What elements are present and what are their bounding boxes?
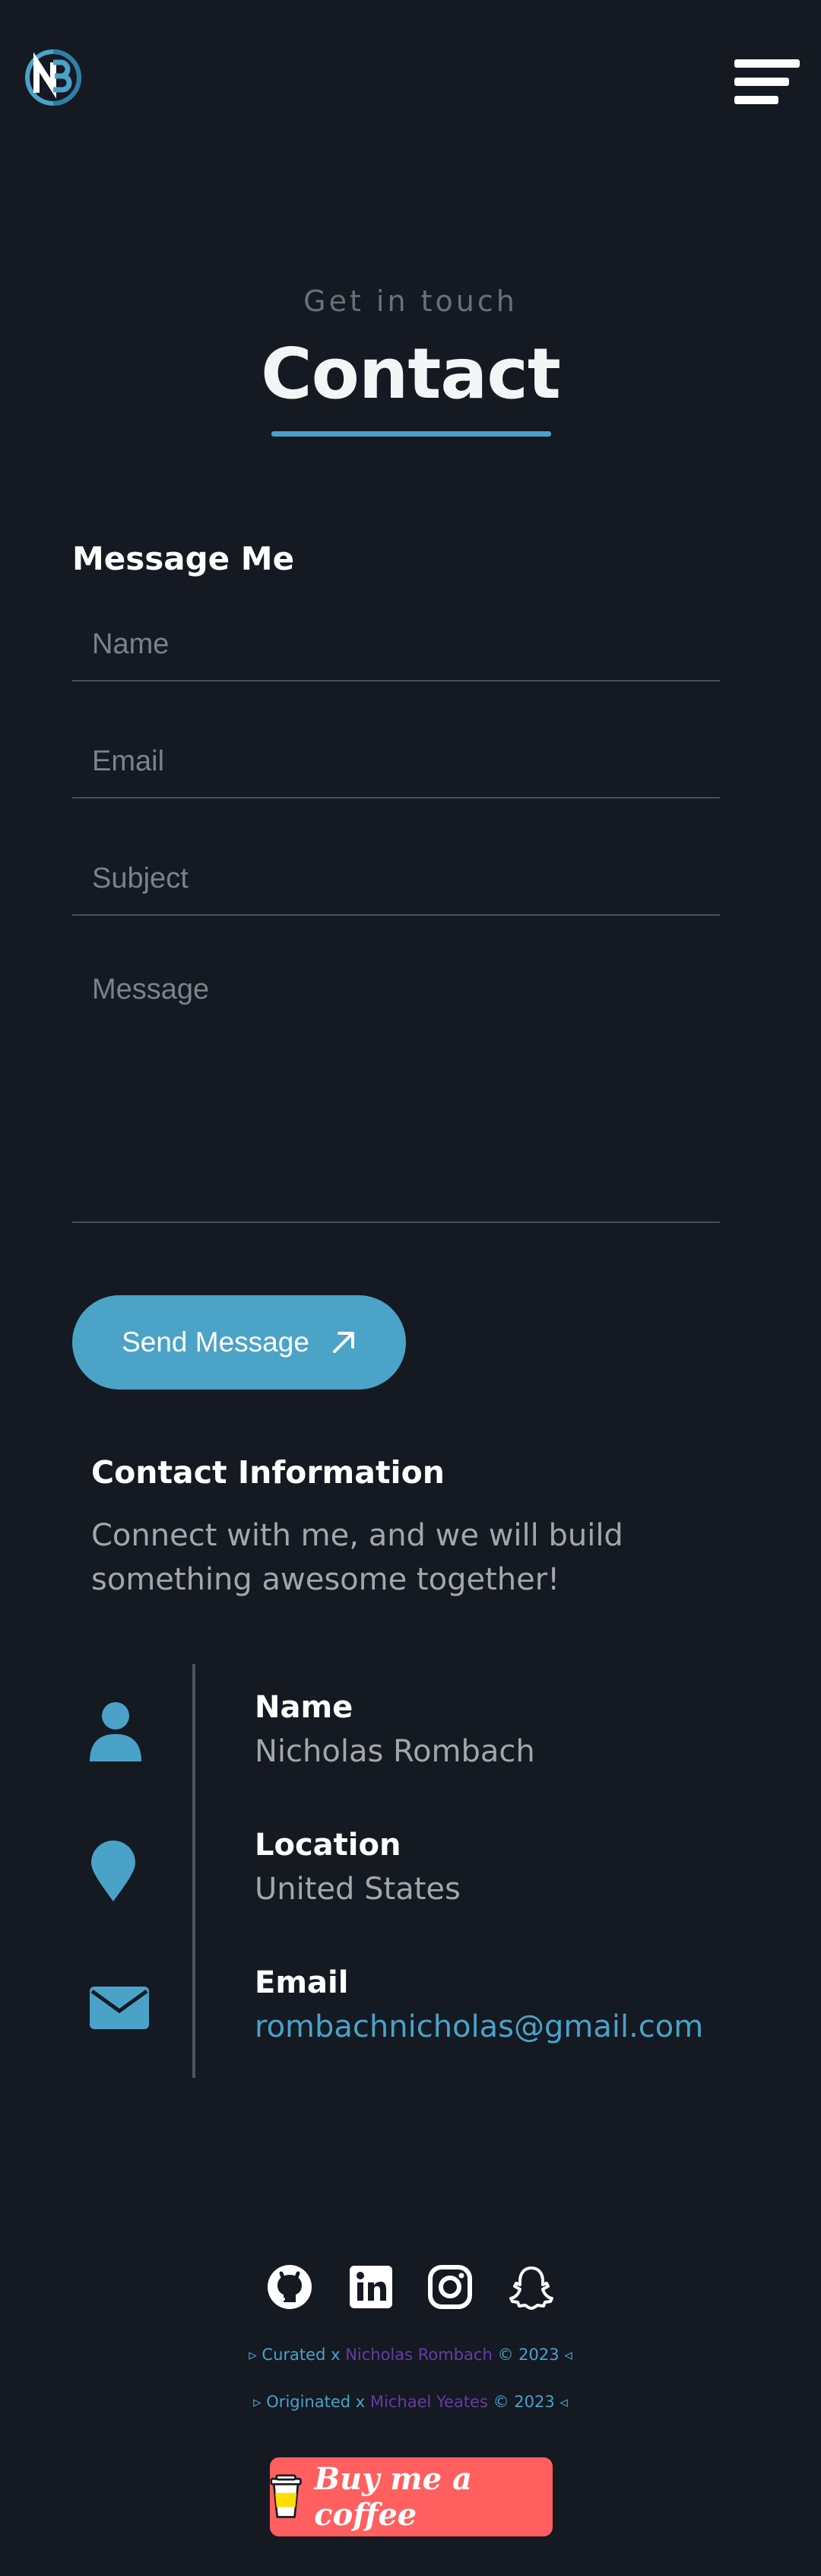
menu-button[interactable] bbox=[734, 59, 800, 106]
name-input[interactable] bbox=[72, 608, 720, 681]
contact-email-link[interactable]: rombachnicholas@gmail.com bbox=[255, 2009, 703, 2044]
snapchat-icon[interactable] bbox=[509, 2264, 554, 2310]
form-heading: Message Me bbox=[72, 540, 295, 577]
contact-location-label: Location bbox=[255, 1828, 401, 1863]
credit-originated: ▹ Originated x Michael Yeates © 2023 ◃ bbox=[0, 2393, 821, 2411]
credit-originated-prefix: ▹ Originated x bbox=[253, 2393, 370, 2411]
send-message-button[interactable]: Send Message bbox=[72, 1295, 406, 1390]
email-input[interactable] bbox=[72, 726, 720, 799]
contact-info-divider bbox=[192, 1664, 195, 2078]
coffee-label: Buy me a coffee bbox=[314, 2461, 472, 2533]
credit-curated: ▹ Curated x Nicholas Rombach © 2023 ◃ bbox=[0, 2346, 821, 2364]
instagram-icon[interactable] bbox=[427, 2264, 473, 2310]
credit-curated-name-link[interactable]: Nicholas Rombach bbox=[345, 2346, 493, 2364]
contact-name-label: Name bbox=[255, 1690, 353, 1725]
buy-me-a-coffee-button[interactable]: Buy me a coffee bbox=[270, 2457, 553, 2536]
hamburger-icon-line bbox=[734, 78, 789, 86]
page-title: Contact bbox=[261, 333, 561, 415]
github-icon[interactable] bbox=[267, 2264, 312, 2310]
page-subtitle: Get in touch bbox=[303, 284, 518, 318]
credit-curated-prefix: ▹ Curated x bbox=[249, 2346, 346, 2364]
hamburger-icon bbox=[734, 59, 800, 68]
site-logo[interactable] bbox=[23, 47, 84, 108]
contact-info-heading: Contact Information bbox=[91, 1454, 445, 1491]
user-icon bbox=[90, 1702, 141, 1761]
hamburger-icon-line bbox=[734, 96, 778, 104]
logo-icon bbox=[25, 49, 81, 106]
send-message-label: Send Message bbox=[122, 1326, 309, 1358]
contact-name-value: Nicholas Rombach bbox=[255, 1734, 535, 1769]
credit-curated-suffix: © 2023 ◃ bbox=[492, 2346, 572, 2364]
message-textarea[interactable] bbox=[72, 960, 720, 1223]
coffee-cup-icon bbox=[270, 2474, 302, 2518]
subject-input[interactable] bbox=[72, 843, 720, 916]
linkedin-icon[interactable] bbox=[348, 2264, 394, 2310]
contact-email-label: Email bbox=[255, 1965, 349, 2000]
credit-originated-suffix: © 2023 ◃ bbox=[487, 2393, 568, 2411]
arrow-up-right-icon bbox=[332, 1332, 354, 1353]
title-underline bbox=[271, 431, 551, 437]
map-pin-icon bbox=[91, 1841, 135, 1901]
credit-originated-name-link[interactable]: Michael Yeates bbox=[370, 2393, 488, 2411]
envelope-icon bbox=[90, 1987, 149, 2029]
contact-location-value: United States bbox=[255, 1872, 461, 1907]
contact-info-description: Connect with me, and we will build somet… bbox=[91, 1518, 623, 1597]
